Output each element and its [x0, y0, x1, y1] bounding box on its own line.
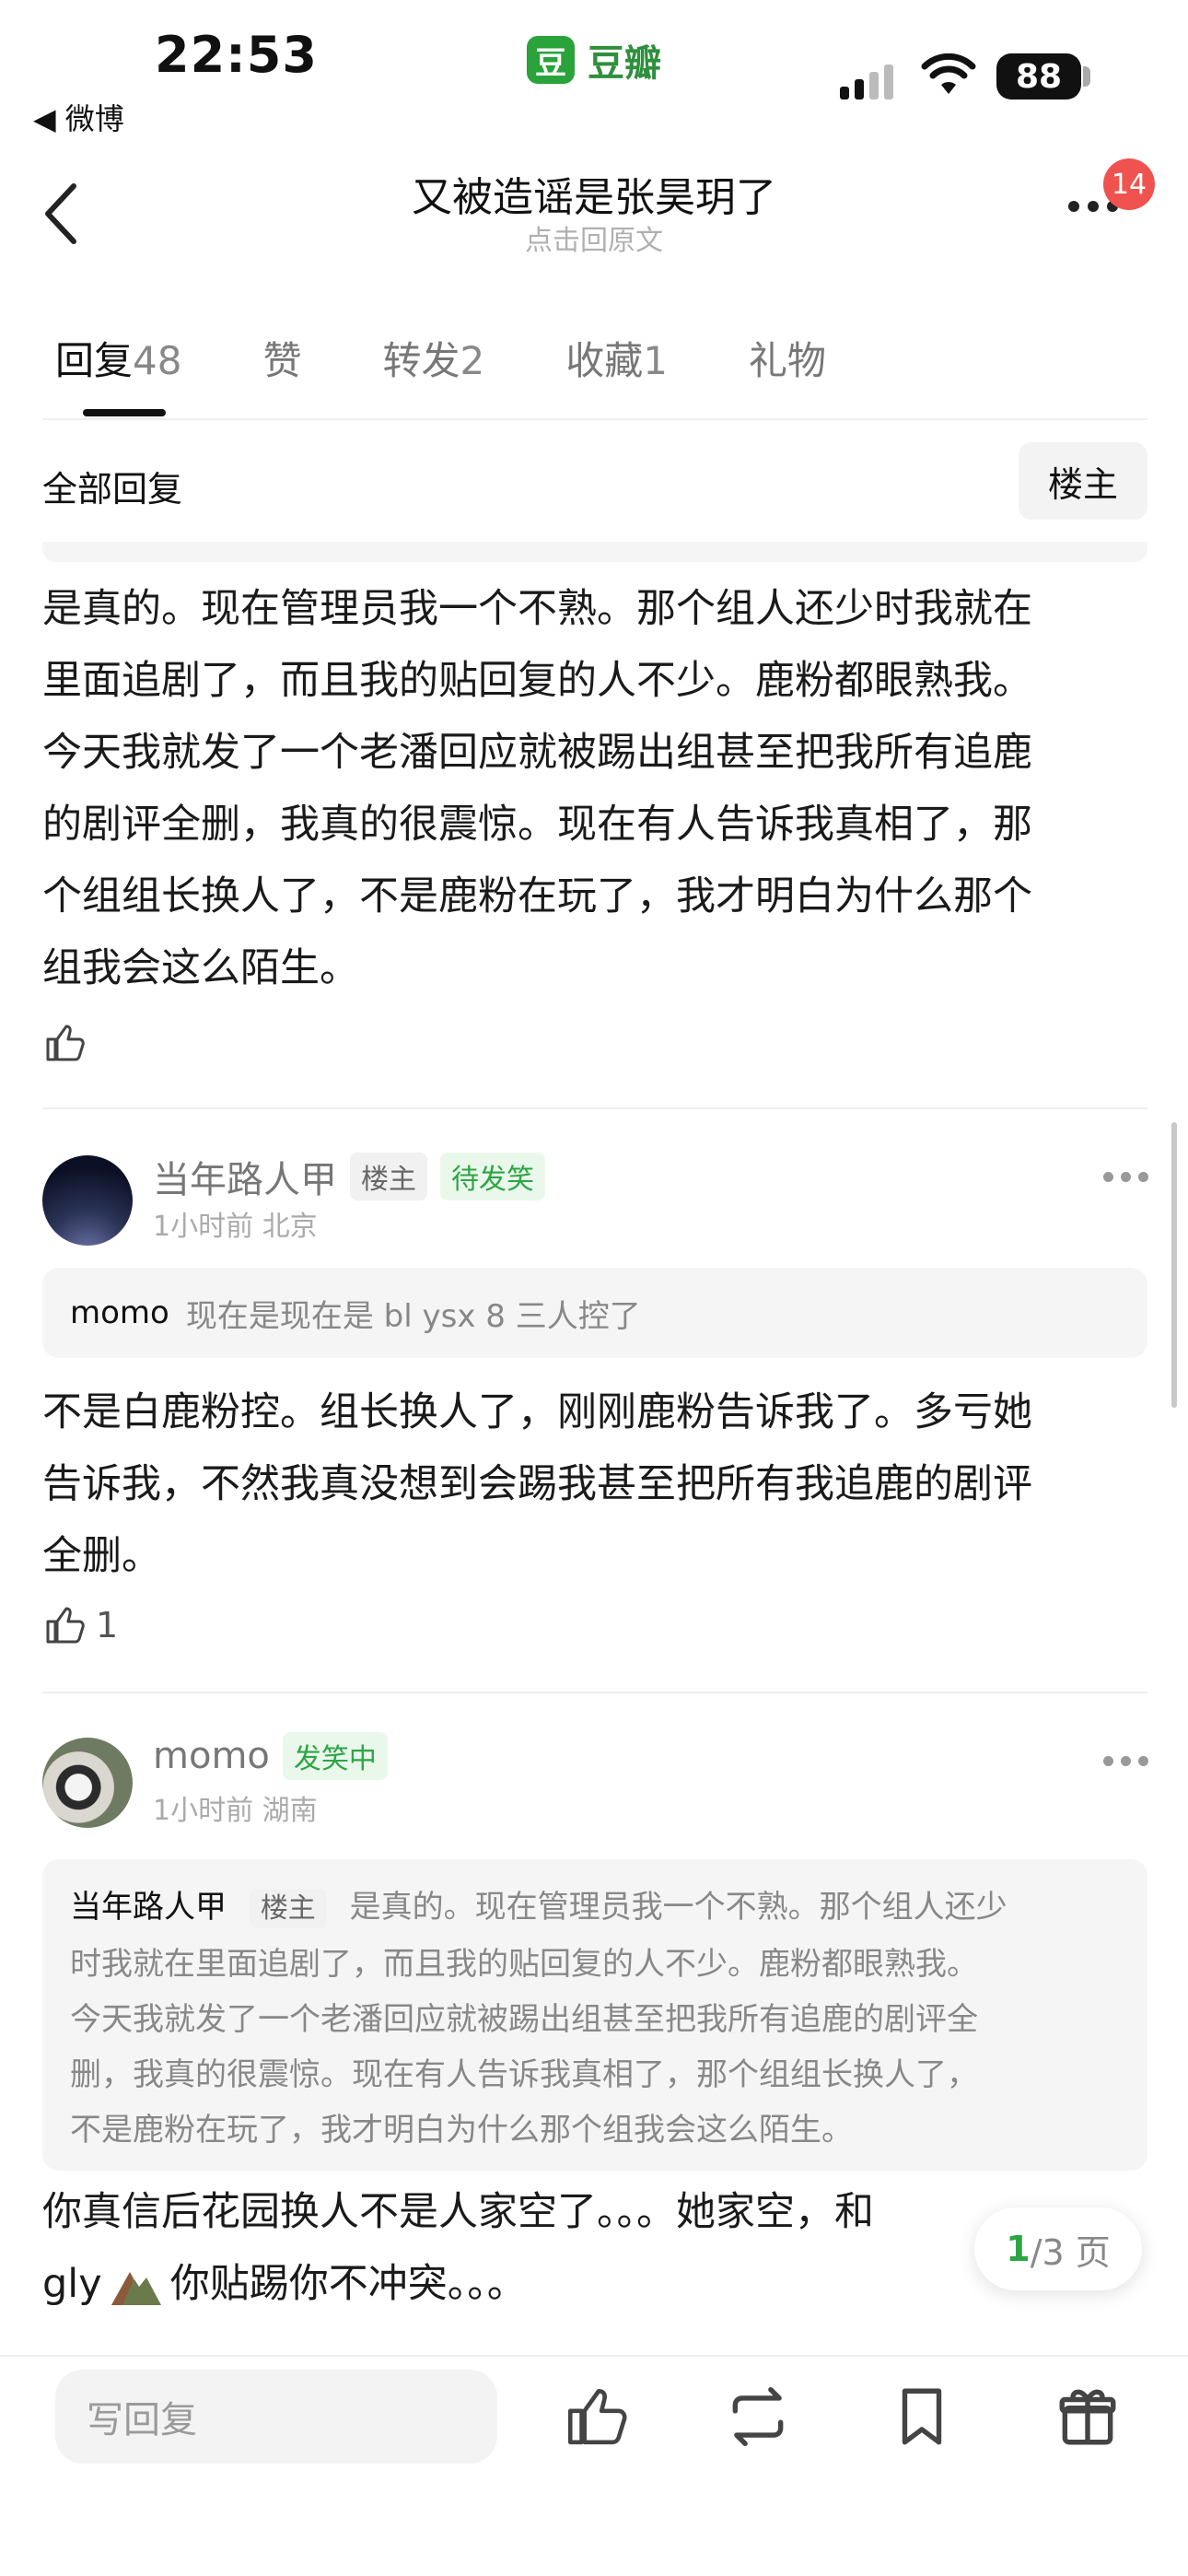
- op-only-filter-button[interactable]: 楼主: [1019, 442, 1147, 520]
- thumbs-up-icon: [46, 1607, 85, 1644]
- op-badge: 楼主: [249, 1889, 327, 1928]
- comment-meta: 1小时前 北京: [153, 1211, 318, 1243]
- like-count: 1: [96, 1605, 119, 1645]
- divider: [42, 1692, 1147, 1693]
- mountain-emoji-icon: [111, 2272, 161, 2305]
- tab-reposts[interactable]: 转发2: [382, 330, 484, 386]
- back-to-original-link[interactable]: 点击回原文: [276, 217, 912, 258]
- comment-more-button[interactable]: [1103, 1172, 1148, 1182]
- tab-replies[interactable]: 回复48: [55, 330, 181, 386]
- tab-gifts[interactable]: 礼物: [749, 330, 826, 386]
- page-title[interactable]: 又被造谣是张昊玥了: [276, 164, 912, 223]
- quoted-reply[interactable]: 当年路人甲 楼主 是真的。现在管理员我一个不熟。那个组人还少 时我就在里面追剧了…: [42, 1859, 1147, 2171]
- gift-icon[interactable]: [1054, 2383, 1122, 2451]
- comment-more-button[interactable]: [1103, 1756, 1148, 1766]
- tab-bar: 回复48 赞 转发2 收藏1 礼物: [55, 330, 907, 386]
- back-to-app-link[interactable]: ◀ 微博: [33, 96, 124, 138]
- reply-input[interactable]: 写回复: [55, 2370, 497, 2464]
- bookmark-icon[interactable]: [888, 2383, 956, 2451]
- page-indicator[interactable]: 1/3 页: [974, 2207, 1142, 2290]
- avatar[interactable]: [42, 1155, 133, 1246]
- status-badge: 待发笑: [440, 1153, 545, 1200]
- scrollbar[interactable]: [1171, 1122, 1177, 1408]
- tab-likes[interactable]: 赞: [262, 330, 301, 386]
- repost-icon[interactable]: [724, 2383, 792, 2451]
- quoted-reply[interactable]: momo 现在是现在是 bl ysx 8 三人控了: [42, 1268, 1147, 1358]
- tab-collections[interactable]: 收藏1: [565, 330, 668, 386]
- notification-badge: 14: [1103, 158, 1155, 210]
- avatar[interactable]: [42, 1738, 133, 1828]
- like-button[interactable]: [42, 1021, 87, 1065]
- thumbs-up-icon: [46, 1025, 85, 1061]
- battery-cap: [1083, 66, 1090, 87]
- divider: [42, 418, 1147, 420]
- app-indicator: 豆 豆瓣: [527, 33, 661, 87]
- op-badge: 楼主: [350, 1153, 427, 1200]
- comment-header: 当年路人甲 楼主 待发笑: [153, 1150, 545, 1203]
- app-name: 豆瓣: [588, 42, 661, 85]
- comment-text: 不是白鹿粉控。组长换人了，刚刚鹿粉告诉我了。多亏她 告诉我，不然我真没想到会踢我…: [42, 1389, 1032, 1579]
- wifi-icon: [921, 53, 976, 94]
- quoted-text: 现在是现在是 bl ysx 8 三人控了: [185, 1297, 641, 1335]
- like-button[interactable]: 1: [42, 1603, 118, 1647]
- quote-box-edge: [42, 542, 1147, 562]
- status-badge: 发笑中: [282, 1732, 388, 1780]
- thumbs-up-icon[interactable]: [562, 2383, 630, 2451]
- quoted-username: 当年路人甲: [70, 1889, 227, 1926]
- quoted-username: momo: [70, 1294, 169, 1331]
- battery-indicator: 88: [996, 53, 1081, 100]
- divider: [42, 1107, 1147, 1109]
- douban-logo-icon: 豆: [527, 36, 575, 84]
- cellular-signal-icon: [840, 64, 893, 100]
- username[interactable]: 当年路人甲: [153, 1150, 337, 1203]
- username[interactable]: momo: [153, 1735, 270, 1777]
- active-tab-indicator: [83, 409, 166, 416]
- status-time: 22:53: [155, 26, 318, 84]
- back-arrow-icon[interactable]: [37, 177, 92, 251]
- comment-text: 是真的。现在管理员我一个不熟。那个组人还少时我就在 里面追剧了，而且我的贴回复的…: [42, 586, 1032, 991]
- comment-meta: 1小时前 湖南: [153, 1795, 318, 1827]
- all-replies-label: 全部回复: [42, 469, 183, 509]
- comment-header: momo 发笑中: [153, 1732, 388, 1780]
